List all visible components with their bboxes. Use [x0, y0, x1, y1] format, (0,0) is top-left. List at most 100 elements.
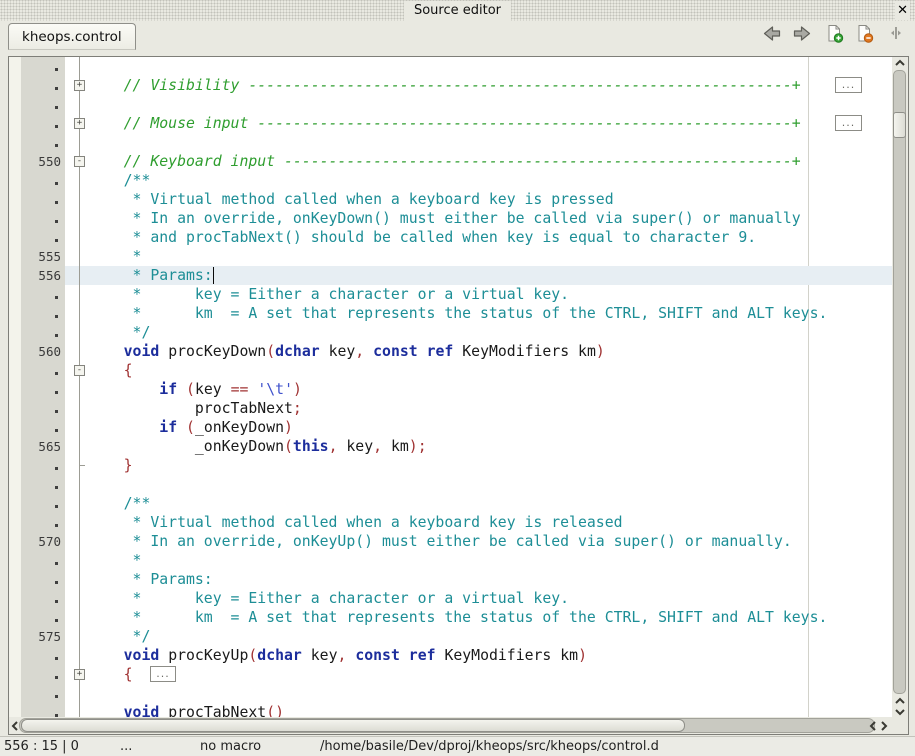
code-line[interactable]: * key = Either a character or a virtual … [9, 589, 892, 608]
code-text[interactable]: * key = Either a character or a virtual … [88, 285, 892, 304]
horizontal-scrollbar[interactable] [9, 717, 908, 734]
code-text[interactable]: */ [88, 323, 892, 342]
code-text[interactable] [88, 57, 892, 76]
code-line[interactable] [9, 133, 892, 152]
go-forward-button[interactable] [791, 24, 813, 46]
collapsed-fold-marker[interactable]: ... [835, 77, 862, 93]
code-text[interactable]: // Mouse input -------------------------… [88, 114, 892, 133]
fold-toggle-icon[interactable]: + [74, 118, 85, 129]
code-text[interactable]: * In an override, onKeyDown() must eithe… [88, 209, 892, 228]
code-line[interactable]: 556 * Params: [9, 266, 892, 285]
code-line[interactable]: procTabNext; [9, 399, 892, 418]
code-text[interactable] [88, 684, 892, 703]
code-text[interactable]: if (_onKeyDown) [88, 418, 892, 437]
split-view-button[interactable] [885, 24, 907, 46]
code-text[interactable]: void procKeyUp(dchar key, const ref KeyM… [88, 646, 892, 665]
code-line[interactable] [9, 684, 892, 703]
code-text[interactable]: * Virtual method called when a keyboard … [88, 513, 892, 532]
code-text[interactable]: {... [88, 665, 892, 684]
code-text[interactable]: // Visibility --------------------------… [88, 76, 892, 95]
fold-toggle-icon[interactable]: - [74, 156, 85, 167]
code-line[interactable]: */ [9, 323, 892, 342]
vertical-scroll-track[interactable] [893, 70, 906, 694]
code-text[interactable]: _onKeyDown(this, key, km); [88, 437, 892, 456]
code-line[interactable]: if (key == '\t') [9, 380, 892, 399]
code-editor[interactable]: + // Visibility ------------------------… [8, 56, 909, 735]
code-line[interactable]: - { [9, 361, 892, 380]
code-text[interactable] [88, 133, 892, 152]
code-line[interactable]: 575 */ [9, 627, 892, 646]
go-back-button[interactable] [761, 24, 783, 46]
code-line[interactable] [9, 57, 892, 76]
fold-toggle-icon[interactable]: - [74, 365, 85, 376]
code-text[interactable]: */ [88, 627, 892, 646]
scroll-left-icon[interactable] [867, 719, 878, 732]
code-line[interactable]: * Virtual method called when a keyboard … [9, 513, 892, 532]
code-text[interactable]: procTabNext; [88, 399, 892, 418]
code-line[interactable]: if (_onKeyDown) [9, 418, 892, 437]
code-line[interactable]: * key = Either a character or a virtual … [9, 285, 892, 304]
code-line[interactable]: /** [9, 494, 892, 513]
code-text[interactable]: if (key == '\t') [88, 380, 892, 399]
code-line[interactable] [9, 95, 892, 114]
code-line[interactable]: 560 void procKeyDown(dchar key, const re… [9, 342, 892, 361]
code-text[interactable]: // Keyboard input ----------------------… [88, 152, 892, 171]
code-text[interactable]: * km = A set that represents the status … [88, 608, 892, 627]
code-line[interactable]: * km = A set that represents the status … [9, 304, 892, 323]
code-line[interactable]: 570 * In an override, onKeyUp() must eit… [9, 532, 892, 551]
vertical-scroll-thumb[interactable] [893, 112, 906, 138]
code-area[interactable]: + // Visibility ------------------------… [9, 57, 892, 717]
scroll-down-icon[interactable] [894, 706, 906, 717]
scroll-up-icon[interactable] [894, 57, 906, 68]
code-line[interactable]: 565 _onKeyDown(this, key, km); [9, 437, 892, 456]
code-text[interactable] [88, 475, 892, 494]
code-text[interactable]: * km = A set that represents the status … [88, 304, 892, 323]
code-text[interactable]: void procTabNext() [88, 703, 892, 717]
code-line[interactable] [9, 475, 892, 494]
vertical-scrollbar[interactable] [892, 57, 908, 717]
code-line[interactable]: } [9, 456, 892, 475]
fold-toggle-icon[interactable]: + [74, 669, 85, 680]
code-text[interactable]: /** [88, 494, 892, 513]
code-text[interactable]: /** [88, 171, 892, 190]
code-text[interactable]: * key = Either a character or a virtual … [88, 589, 892, 608]
code-text[interactable]: * [88, 551, 892, 570]
scroll-up-icon[interactable] [894, 695, 906, 706]
code-text[interactable]: * Params: [88, 266, 892, 285]
scroll-right-icon[interactable] [878, 719, 889, 732]
fold-toggle-icon[interactable]: + [74, 80, 85, 91]
code-line[interactable]: /** [9, 171, 892, 190]
code-line[interactable]: * and procTabNext() should be called whe… [9, 228, 892, 247]
code-line[interactable]: + // Mouse input -----------------------… [9, 114, 892, 133]
code-text[interactable]: * In an override, onKeyUp() must either … [88, 532, 892, 551]
new-document-button[interactable] [823, 24, 845, 46]
tab-kheops-control[interactable]: kheops.control [8, 23, 136, 50]
code-line[interactable]: * [9, 551, 892, 570]
code-line[interactable]: * In an override, onKeyDown() must eithe… [9, 209, 892, 228]
line-number [21, 285, 65, 304]
code-text[interactable]: } [88, 456, 892, 475]
horizontal-scroll-thumb[interactable] [21, 719, 685, 732]
code-line[interactable]: * Virtual method called when a keyboard … [9, 190, 892, 209]
code-text[interactable] [88, 95, 892, 114]
code-line[interactable]: 550- // Keyboard input -----------------… [9, 152, 892, 171]
code-text[interactable]: * Params: [88, 570, 892, 589]
panel-titlebar[interactable]: Source editor ✕ [0, 0, 915, 21]
code-line[interactable]: void procTabNext() [9, 703, 892, 717]
collapsed-fold-marker[interactable]: ... [150, 666, 176, 682]
code-line[interactable]: void procKeyUp(dchar key, const ref KeyM… [9, 646, 892, 665]
code-line[interactable]: + {... [9, 665, 892, 684]
code-line[interactable]: * Params: [9, 570, 892, 589]
code-text[interactable]: * [88, 247, 892, 266]
code-line[interactable]: + // Visibility ------------------------… [9, 76, 892, 95]
close-document-button[interactable] [853, 24, 875, 46]
collapsed-fold-marker[interactable]: ... [835, 115, 862, 131]
code-text[interactable]: { [88, 361, 892, 380]
bookmark-margin [9, 57, 21, 76]
close-icon[interactable]: ✕ [895, 1, 910, 20]
code-line[interactable]: * km = A set that represents the status … [9, 608, 892, 627]
code-line[interactable]: 555 * [9, 247, 892, 266]
code-text[interactable]: void procKeyDown(dchar key, const ref Ke… [88, 342, 892, 361]
code-text[interactable]: * Virtual method called when a keyboard … [88, 190, 892, 209]
code-text[interactable]: * and procTabNext() should be called whe… [88, 228, 892, 247]
